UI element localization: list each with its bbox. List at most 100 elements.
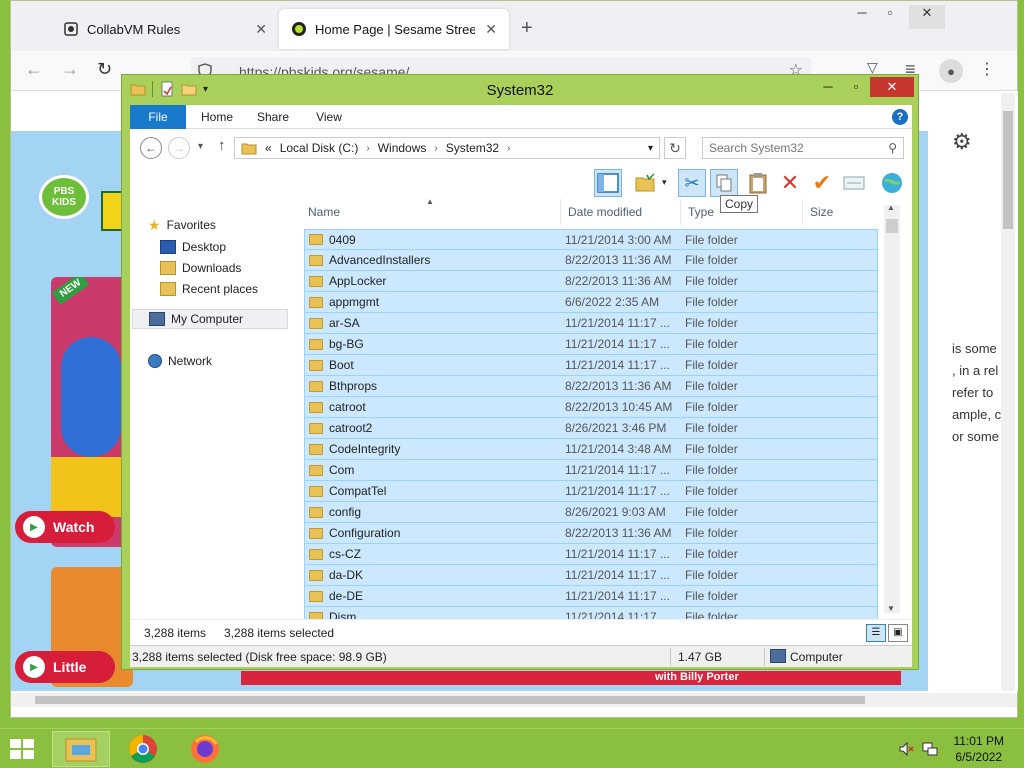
table-row[interactable]: Configuration 8/22/2013 11:36 AM File fold…: [304, 523, 878, 544]
table-row[interactable]: AppLocker 8/22/2013 11:36 AM File folder: [304, 271, 878, 292]
table-row[interactable]: Com 11/21/2014 11:17 ... File folder: [304, 460, 878, 481]
table-row[interactable]: da-DK 11/21/2014 11:17 ... File folder: [304, 565, 878, 586]
nav-my-computer[interactable]: My Computer: [132, 309, 288, 329]
search-input[interactable]: Search System32 ⚲: [702, 137, 904, 159]
page-horizontal-scrollbar[interactable]: [11, 693, 1017, 707]
column-header-name[interactable]: Name: [308, 205, 340, 219]
settings-gear-icon[interactable]: ⚙: [952, 129, 972, 155]
nav-downloads[interactable]: Downloads: [160, 258, 241, 278]
table-row[interactable]: AdvancedInstallers 8/22/2013 11:36 AM File…: [304, 250, 878, 271]
scroll-down-icon[interactable]: ▼: [887, 604, 895, 613]
network-icon[interactable]: [922, 741, 938, 757]
table-row[interactable]: 0409 11/21/2014 3:00 AM File folder: [304, 229, 878, 250]
scrollbar-thumb[interactable]: [886, 219, 898, 233]
address-dropdown-icon[interactable]: ▾: [648, 143, 653, 154]
nav-desktop[interactable]: Desktop: [160, 237, 226, 257]
details-view-icon[interactable]: ☰: [866, 624, 886, 642]
column-divider[interactable]: [802, 199, 803, 225]
little-button[interactable]: ▶ Little: [15, 651, 115, 683]
close-icon[interactable]: ✕: [255, 21, 267, 38]
taskbar-explorer[interactable]: [52, 731, 110, 767]
column-divider[interactable]: [680, 199, 681, 225]
table-row[interactable]: de-DE 11/21/2014 11:17 ... File folder: [304, 586, 878, 607]
help-icon[interactable]: ?: [892, 109, 908, 125]
pbs-kids-logo[interactable]: PBS KIDS: [39, 175, 89, 219]
maximize-icon[interactable]: ▫: [875, 5, 905, 29]
chevron-right-icon[interactable]: ›: [366, 143, 369, 154]
volume-muted-icon[interactable]: [898, 741, 914, 757]
back-icon[interactable]: ←: [25, 59, 43, 80]
account-icon[interactable]: ●: [939, 59, 963, 83]
up-icon[interactable]: ↑: [218, 137, 226, 154]
breadcrumb-item[interactable]: System32: [446, 141, 499, 155]
nav-favorites[interactable]: ★ Favorites: [148, 215, 216, 235]
minimize-icon[interactable]: ─: [847, 5, 877, 29]
table-row[interactable]: CompatTel 11/21/2014 11:17 ... File folder: [304, 481, 878, 502]
cut-icon[interactable]: ✂: [678, 169, 706, 197]
nav-network[interactable]: Network: [148, 351, 212, 371]
dropdown-icon[interactable]: ▾: [662, 177, 667, 188]
scrollbar-thumb[interactable]: [35, 696, 865, 704]
column-header-type[interactable]: Type: [688, 205, 714, 219]
select-folder-icon[interactable]: [632, 169, 660, 197]
table-row[interactable]: ar-SA 11/21/2014 11:17 ... File folder: [304, 313, 878, 334]
table-row[interactable]: CodeIntegrity 11/21/2014 3:48 AM File fold…: [304, 439, 878, 460]
table-row[interactable]: Dism 11/21/2014 11:17 ... File folder: [304, 607, 878, 619]
rename-check-icon[interactable]: ✔: [808, 169, 836, 197]
taskbar-firefox[interactable]: [176, 731, 234, 767]
list-vertical-scrollbar[interactable]: ▲ ▼: [884, 203, 900, 613]
scroll-up-icon[interactable]: ▲: [887, 203, 895, 212]
tab-collabvm-rules[interactable]: CollabVM Rules ✕: [51, 9, 279, 49]
tab-file[interactable]: File: [130, 105, 186, 129]
forward-icon[interactable]: →: [168, 137, 190, 159]
table-row[interactable]: cs-CZ 11/21/2014 11:17 ... File folder: [304, 544, 878, 565]
column-header-size[interactable]: Size: [810, 205, 833, 219]
large-icons-view-icon[interactable]: ▣: [888, 624, 908, 642]
tab-view[interactable]: View: [304, 105, 354, 129]
table-row[interactable]: catroot2 8/26/2021 3:46 PM File folder: [304, 418, 878, 439]
globe-icon[interactable]: [878, 169, 906, 197]
watch-button[interactable]: ▶ Watch: [15, 511, 115, 543]
close-icon[interactable]: ✕: [870, 77, 914, 97]
table-row[interactable]: config 8/26/2021 9:03 AM File folder: [304, 502, 878, 523]
close-icon[interactable]: ✕: [485, 21, 497, 38]
chevron-right-icon[interactable]: ›: [434, 143, 437, 154]
table-row[interactable]: catroot 8/22/2013 10:45 AM File folder: [304, 397, 878, 418]
refresh-icon[interactable]: ↻: [664, 137, 686, 159]
explorer-titlebar[interactable]: ▾ System32 ─ ▫ ✕: [122, 75, 918, 105]
address-bar[interactable]: « Local Disk (C:) › Windows › System32 ›…: [234, 137, 660, 159]
table-row[interactable]: Bthprops 8/22/2013 11:36 AM File folder: [304, 376, 878, 397]
start-button[interactable]: [8, 737, 36, 761]
tab-share[interactable]: Share: [248, 105, 298, 129]
paste-icon[interactable]: [744, 169, 772, 197]
column-divider[interactable]: [560, 199, 561, 225]
taskbar-chrome[interactable]: [114, 731, 172, 767]
page-vertical-scrollbar[interactable]: [1001, 93, 1015, 691]
chevron-right-icon[interactable]: ›: [507, 143, 510, 154]
more-options-icon[interactable]: ⋮: [979, 59, 995, 79]
close-icon[interactable]: ✕: [909, 5, 945, 29]
delete-icon[interactable]: ✕: [776, 169, 804, 197]
minimize-icon[interactable]: ─: [814, 77, 842, 97]
scrollbar-thumb[interactable]: [1003, 111, 1013, 229]
copy-icon[interactable]: [710, 169, 738, 197]
table-row[interactable]: bg-BG 11/21/2014 11:17 ... File folder: [304, 334, 878, 355]
nav-recent-places[interactable]: Recent places: [160, 279, 258, 299]
recent-locations-icon[interactable]: ▾: [198, 141, 203, 152]
tab-home[interactable]: Home: [192, 105, 242, 129]
breadcrumb-item[interactable]: Windows: [378, 141, 427, 155]
breadcrumb-item[interactable]: Local Disk (C:): [280, 141, 359, 155]
table-row[interactable]: Boot 11/21/2014 11:17 ... File folder: [304, 355, 878, 376]
new-tab-icon[interactable]: +: [521, 17, 533, 40]
properties-icon[interactable]: [840, 169, 868, 197]
breadcrumb-overflow[interactable]: «: [265, 141, 272, 155]
tab-sesame-street[interactable]: Home Page | Sesame Street | PBS ✕: [279, 9, 509, 49]
forward-icon[interactable]: →: [61, 59, 79, 80]
column-header-date[interactable]: Date modified: [568, 205, 642, 219]
back-icon[interactable]: ←: [140, 137, 162, 159]
maximize-icon[interactable]: ▫: [842, 77, 870, 97]
table-row[interactable]: appmgmt 6/6/2022 2:35 AM File folder: [304, 292, 878, 313]
reload-icon[interactable]: ↻: [97, 59, 112, 80]
preview-pane-icon[interactable]: [594, 169, 622, 197]
clock[interactable]: 11:01 PM 6/5/2022: [954, 733, 1004, 765]
